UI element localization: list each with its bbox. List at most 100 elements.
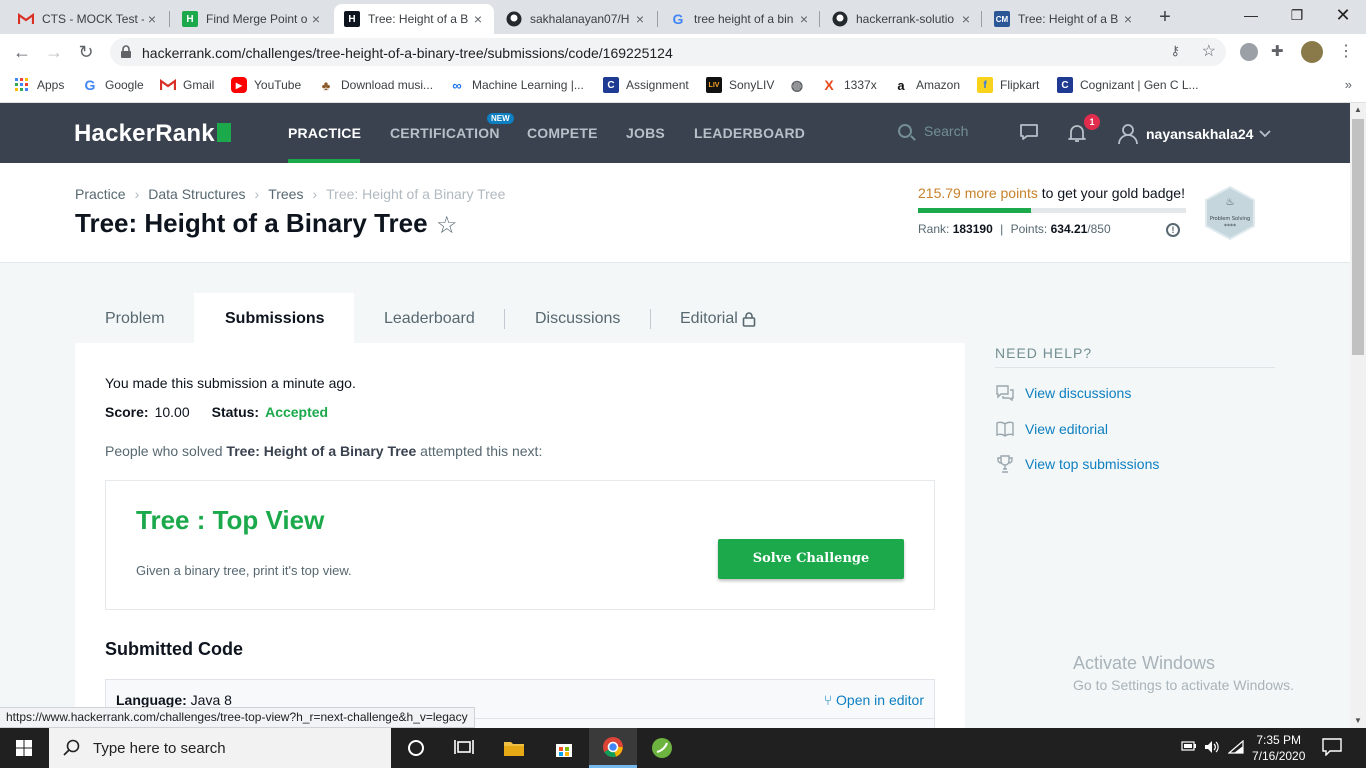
chrome-taskbar-icon[interactable] <box>589 728 637 768</box>
bookmark-download-music[interactable]: ♣ Download musi... <box>318 77 433 93</box>
bookmark-assignment[interactable]: C Assignment <box>603 77 689 93</box>
rank-points-line: Rank: 183190 | Points: 634.21/850 <box>918 222 1111 236</box>
close-icon[interactable]: × <box>958 11 974 27</box>
submission-message: You made this submission a minute ago. <box>105 375 356 391</box>
bookmark-google[interactable]: G Google <box>82 77 144 93</box>
view-editorial-link[interactable]: View editorial <box>996 420 1108 438</box>
close-icon[interactable]: × <box>796 11 812 27</box>
bookmark-apps[interactable]: Apps <box>14 77 64 93</box>
windows-start-button[interactable] <box>0 728 48 768</box>
bookmark-star-icon[interactable]: ☆ <box>436 211 458 240</box>
hackerrank-logo[interactable]: HackerRank <box>74 120 231 148</box>
bookmark-sonyliv[interactable]: LIV SonyLIV <box>706 77 774 93</box>
nav-compete[interactable]: COMPETE <box>527 125 598 141</box>
browser-tab-1[interactable]: H Find Merge Point o × <box>172 4 332 34</box>
search-input[interactable]: Search <box>898 123 968 139</box>
breadcrumb-data-structures[interactable]: Data Structures <box>148 186 245 202</box>
tab-leaderboard[interactable]: Leaderboard <box>354 293 504 343</box>
extension-icon[interactable] <box>1240 43 1258 61</box>
browser-tab-5[interactable]: hackerrank-solutio × <box>822 4 982 34</box>
key-icon[interactable]: ⚷ <box>1170 43 1180 59</box>
svg-text:Problem Solving: Problem Solving <box>1210 216 1250 222</box>
close-window-button[interactable]: ✕ <box>1320 0 1366 32</box>
bookmark-youtube[interactable]: ▶ YouTube <box>231 77 301 93</box>
task-view-icon[interactable] <box>440 728 488 768</box>
bookmark-gmail[interactable]: Gmail <box>160 77 214 93</box>
reload-button[interactable]: ↻ <box>74 40 98 64</box>
file-explorer-icon[interactable] <box>490 728 538 768</box>
new-tab-button[interactable]: + <box>1153 6 1177 30</box>
user-menu[interactable]: nayansakhala24 <box>1118 123 1272 145</box>
ml-icon: ∞ <box>452 77 462 93</box>
bookmark-cognizant[interactable]: C Cognizant | Gen C L... <box>1057 77 1199 93</box>
tab-problem[interactable]: Problem <box>75 293 193 343</box>
breadcrumb-trees[interactable]: Trees <box>268 186 303 202</box>
lock-icon <box>742 312 756 327</box>
problem-solving-badge-icon[interactable]: ♨ Problem Solving **** <box>1204 185 1256 241</box>
view-discussions-link[interactable]: View discussions <box>996 384 1131 402</box>
bookmarks-more-button[interactable]: » <box>1345 77 1352 92</box>
scrollbar-thumb[interactable] <box>1352 119 1364 355</box>
bookmark-star-icon[interactable]: ☆ <box>1202 41 1216 61</box>
minimize-button[interactable]: — <box>1228 0 1274 32</box>
bookmark-flipkart[interactable]: f Flipkart <box>977 77 1039 93</box>
close-icon[interactable]: × <box>470 11 486 27</box>
cortana-icon[interactable] <box>392 728 440 768</box>
bookmark-1337x[interactable]: X 1337x <box>821 77 876 93</box>
view-top-submissions-link[interactable]: View top submissions <box>996 455 1159 473</box>
taskbar-search-input[interactable]: Type here to search <box>49 728 391 768</box>
tab-submissions[interactable]: Submissions <box>194 293 354 343</box>
bookmark-amazon[interactable]: a Amazon <box>893 77 960 93</box>
next-challenge-title[interactable]: Tree : Top View <box>136 505 324 536</box>
store-icon[interactable] <box>540 728 588 768</box>
scroll-up-icon[interactable]: ▲ <box>1350 103 1366 117</box>
taskbar-clock[interactable]: 7:35 PM 7/16/2020 <box>1252 732 1305 764</box>
close-icon[interactable]: × <box>1120 11 1136 27</box>
address-bar[interactable]: hackerrank.com/challenges/tree-height-of… <box>110 38 1226 66</box>
page-scrollbar[interactable]: ▲ ▼ <box>1350 103 1366 728</box>
close-icon[interactable]: × <box>308 11 324 27</box>
forward-button[interactable]: → <box>42 40 66 64</box>
browser-tab-0[interactable]: CTS - MOCK Test - × <box>8 4 168 34</box>
nav-jobs[interactable]: JOBS <box>626 125 665 141</box>
info-icon[interactable]: ! <box>1166 223 1180 237</box>
browser-tab-2[interactable]: H Tree: Height of a B × <box>334 4 494 34</box>
back-button[interactable]: ← <box>10 40 34 64</box>
spring-tool-icon[interactable] <box>638 728 686 768</box>
bookmark-globe[interactable]: ◍ <box>789 77 812 93</box>
chevron-down-icon <box>1259 130 1272 138</box>
close-icon[interactable]: × <box>632 11 648 27</box>
menu-dots-icon[interactable]: ⋮ <box>1334 40 1358 64</box>
notifications-icon[interactable] <box>1322 738 1342 756</box>
battery-icon[interactable] <box>1181 740 1197 754</box>
tab-editorial[interactable]: Editorial <box>651 293 781 343</box>
language-label: Language: Java 8 <box>116 692 232 708</box>
bookmark-machine-learning[interactable]: ∞ Machine Learning |... <box>449 77 584 93</box>
wifi-icon[interactable] <box>1227 739 1244 757</box>
nav-certification[interactable]: CERTIFICATION <box>390 125 500 141</box>
open-in-editor-link[interactable]: ⑂ Open in editor <box>824 692 924 708</box>
tab-discussions[interactable]: Discussions <box>505 293 650 343</box>
branch-icon: ⑂ <box>823 692 833 708</box>
bell-icon[interactable] <box>1068 123 1086 143</box>
close-icon[interactable]: × <box>144 11 160 27</box>
nav-practice[interactable]: PRACTICE <box>288 125 361 141</box>
scroll-down-icon[interactable]: ▼ <box>1350 714 1366 728</box>
next-challenge-intro: People who solved Tree: Height of a Bina… <box>105 443 543 459</box>
sonyliv-icon: LIV <box>706 77 722 93</box>
volume-icon[interactable] <box>1204 740 1220 757</box>
user-icon <box>1118 124 1138 145</box>
breadcrumb-practice[interactable]: Practice <box>75 186 126 202</box>
chat-icon[interactable] <box>1019 123 1039 141</box>
avatar[interactable] <box>1301 41 1323 63</box>
restore-button[interactable]: ❐ <box>1274 0 1320 32</box>
solve-challenge-button[interactable]: Solve Challenge <box>718 539 904 579</box>
github-icon <box>506 11 522 27</box>
next-challenge-card: Tree : Top View Given a binary tree, pri… <box>105 480 935 610</box>
puzzle-icon[interactable]: ✚ <box>1271 43 1289 61</box>
nav-leaderboard[interactable]: LEADERBOARD <box>694 125 805 141</box>
browser-tab-3[interactable]: sakhalanayan07/H × <box>496 4 656 34</box>
browser-tab-6[interactable]: CM Tree: Height of a B × <box>984 4 1144 34</box>
browser-tab-4[interactable]: G tree height of a bin × <box>660 4 820 34</box>
bookmarks-bar: Apps G Google Gmail ▶ YouTube ♣ Download… <box>0 70 1366 103</box>
